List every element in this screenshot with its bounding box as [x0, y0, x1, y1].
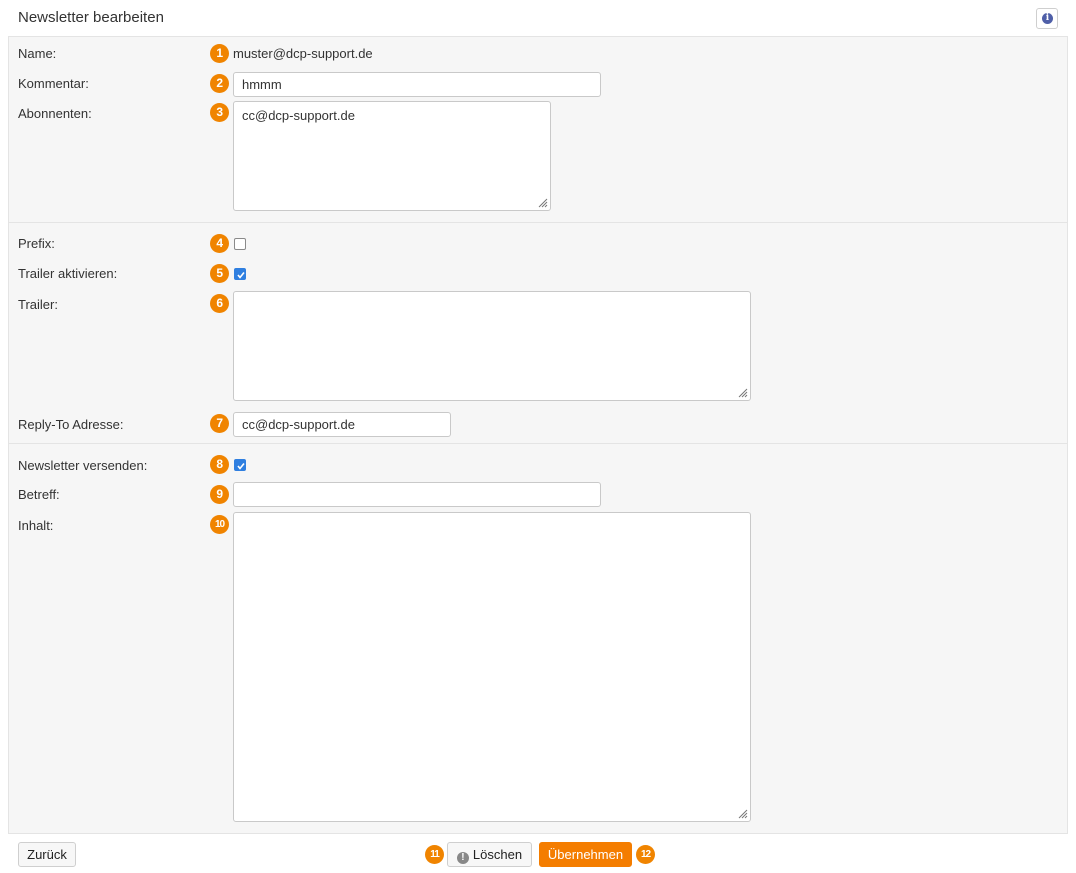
section-divider [9, 222, 1067, 223]
trailer-textarea[interactable] [233, 291, 751, 401]
abonnenten-textarea[interactable]: cc@dcp-support.de [233, 101, 551, 211]
page-title: Newsletter bearbeiten [18, 9, 164, 26]
inhalt-textarea[interactable] [233, 512, 751, 822]
callout-badge: 12 [636, 845, 655, 864]
prefix-checkbox[interactable] [234, 238, 246, 250]
callout-badge: 4 [210, 234, 229, 253]
callout-badge: 6 [210, 294, 229, 313]
abonnenten-label: Abonnenten: [18, 106, 92, 121]
callout-badge: 9 [210, 485, 229, 504]
betreff-input[interactable] [233, 482, 601, 507]
checkmark-icon [237, 272, 245, 279]
resize-grip-icon[interactable] [736, 807, 748, 819]
reply-to-label: Reply-To Adresse: [18, 417, 124, 432]
checkmark-icon [237, 463, 245, 470]
back-button[interactable]: Zurück [18, 842, 76, 867]
callout-badge: 8 [210, 455, 229, 474]
name-label: Name: [18, 46, 57, 61]
newsletter-versenden-label: Newsletter versenden: [18, 458, 148, 473]
trailer-aktivieren-label: Trailer aktivieren: [18, 266, 118, 281]
inhalt-label: Inhalt: [18, 518, 54, 533]
title-bar: Newsletter bearbeiten i [0, 0, 1076, 36]
trailer-label: Trailer: [18, 297, 58, 312]
kommentar-label: Kommentar: [18, 76, 89, 91]
exclamation-icon: ! [456, 852, 469, 864]
reply-to-input[interactable] [233, 412, 451, 437]
newsletter-versenden-checkbox[interactable] [234, 459, 246, 471]
info-button[interactable]: i [1036, 8, 1058, 29]
apply-button[interactable]: Übernehmen [539, 842, 632, 867]
callout-badge: 5 [210, 264, 229, 283]
callout-badge: 3 [210, 103, 229, 122]
trailer-aktivieren-checkbox[interactable] [234, 268, 246, 280]
callout-badge: 2 [210, 74, 229, 93]
callout-badge: 7 [210, 414, 229, 433]
delete-button-label: Löschen [472, 847, 523, 862]
callout-badge: 1 [210, 44, 229, 63]
prefix-label: Prefix: [18, 236, 55, 251]
kommentar-input[interactable] [233, 72, 601, 97]
delete-button[interactable]: ! Löschen [447, 842, 532, 867]
callout-badge: 11 [425, 845, 444, 864]
resize-grip-icon[interactable] [536, 196, 548, 208]
resize-grip-icon[interactable] [736, 386, 748, 398]
name-value: muster@dcp-support.de [233, 46, 373, 61]
section-divider [9, 443, 1067, 444]
callout-badge: 10 [210, 515, 229, 534]
betreff-label: Betreff: [18, 487, 60, 502]
info-icon: i [1042, 13, 1053, 24]
